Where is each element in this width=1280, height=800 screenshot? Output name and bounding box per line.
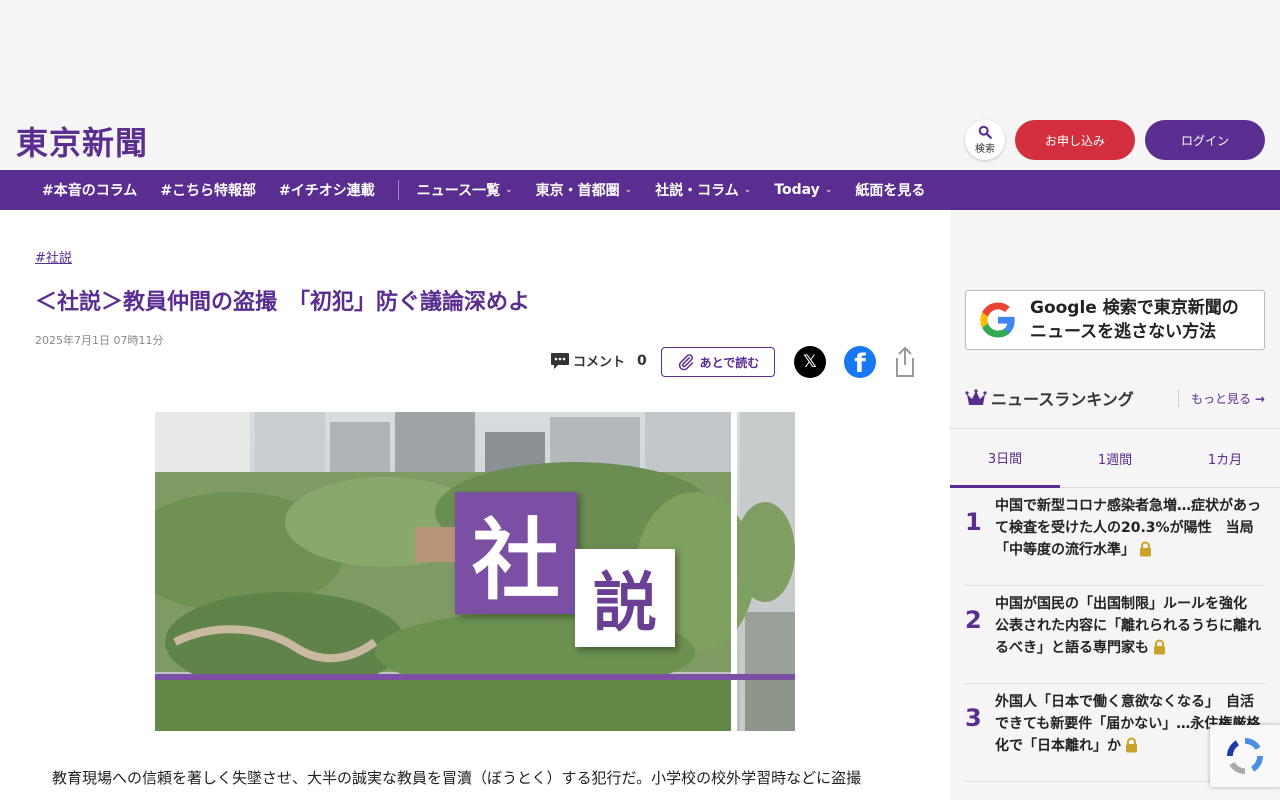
tab-1-week[interactable]: 1週間 [1060,429,1170,488]
comment-button[interactable]: コメント 0 [550,351,647,370]
lock-icon [1126,737,1137,753]
comment-icon [551,352,569,369]
nav-item-label: 東京・首都圏 [535,183,620,199]
ranking-more-label: もっと見る [1191,392,1252,406]
nav-item-today[interactable]: Today ⌄ [774,182,832,198]
google-banner-line1: Google 検索で東京新聞の [1030,298,1239,318]
article-lead: 教育現場への信頼を著しく失墜させ、大半の誠実な教員を冒瀆（ぼうとく）する犯行だ。… [52,769,862,787]
nav-item-editorial-column[interactable]: 社説・コラム ⌄ [655,180,751,200]
google-logo-icon [980,302,1015,338]
ad-space [0,0,1280,110]
hero-stripe [155,674,795,680]
read-later-button[interactable]: あとで読む [661,347,775,377]
nav-item-honne-column[interactable]: #本音のコラム [42,180,137,200]
nav-item-label: #本音のコラム [42,183,138,199]
ranking-header: ニュースランキング もっと見る → [965,386,1265,410]
crown-icon [965,389,987,405]
chevron-down-icon: ⌄ [624,185,633,195]
global-nav: #本音のコラム #こちら特報部 #イチオシ連載 ニュース一覧 ⌄ 東京・首都圏 ⌄ … [0,170,1280,210]
nav-item-label: Today [774,182,820,198]
recaptcha-badge[interactable] [1210,725,1280,787]
ranking-headline: 中国が国民の「出国制限」ルールを強化 公表された内容に「離れられるうちに離れるべ… [995,596,1261,656]
ranking-item[interactable]: 1 中国で新型コロナ感染者急増…症状があって検査を受けた人の20.3%が陽性 当… [965,488,1265,586]
lock-icon [1154,639,1165,655]
hero-kanji-setsu: 説 [575,549,675,647]
nav-item-ichioshi-rensai[interactable]: #イチオシ連載 [279,180,375,200]
nav-item-tokyo-metro[interactable]: 東京・首都圏 ⌄ [536,180,633,200]
nav-item-kochira-tokuhobu[interactable]: #こちら特報部 [160,180,256,200]
nav-item-label: 社説・コラム [655,183,739,199]
read-later-label: あとで読む [699,355,760,370]
nav-divider [397,180,399,200]
hero-kanji-sha: 社 [455,492,577,614]
tab-3-days[interactable]: 3日間 [950,429,1060,488]
ranking-item[interactable]: 2 中国が国民の「出国制限」ルールを強化 公表された内容に「離れられるうちに離れ… [965,586,1265,684]
paperclip-icon [678,354,693,371]
article-main: #社説 ＜社説＞教員仲間の盗撮 「初犯」防ぐ議論深めよ 2025年7月1日 07… [0,210,950,800]
ranking-tabs: 3日間 1週間 1カ月 [950,428,1280,488]
arrow-right-icon: → [1254,392,1265,406]
ranking-number: 1 [965,508,982,536]
site-logo[interactable]: 東京新聞 [16,118,148,164]
ranking-number: 2 [965,606,982,634]
article-tag[interactable]: #社説 [35,247,72,266]
nav-item-label: #こちら特報部 [160,183,257,199]
share-icon[interactable] [893,346,917,378]
search-icon [978,125,992,139]
share-facebook-button[interactable]: f [844,346,876,378]
nav-item-label: #イチオシ連載 [279,183,375,199]
chevron-down-icon: ⌄ [824,185,833,195]
nav-item-view-paper[interactable]: 紙面を見る [855,180,925,200]
comment-label: コメント [573,355,626,370]
nav-item-label: 紙面を見る [855,183,926,199]
sidebar: Google 検索で東京新聞の ニュースを逃さない方法 ニュースランキング もっ… [950,210,1280,800]
chevron-down-icon: ⌄ [505,185,513,195]
hero-divider [731,412,737,731]
ranking-number: 3 [965,704,982,732]
google-search-banner[interactable]: Google 検索で東京新聞の ニュースを逃さない方法 [965,290,1265,350]
apply-button[interactable]: お申し込み [1015,120,1135,160]
lock-icon [1140,541,1151,557]
ranking-title: ニュースランキング [991,390,1134,409]
search-button[interactable]: 検索 [965,120,1005,160]
article-title: ＜社説＞教員仲間の盗撮 「初犯」防ぐ議論深めよ [35,290,531,315]
recaptcha-icon [1227,738,1263,774]
ranking-headline: 中国で新型コロナ感染者急増…症状があって検査を受けた人の20.3%が陽性 当局「… [995,498,1261,558]
hero-image: 社 説 [155,412,795,731]
ranking-separator [1178,389,1179,407]
login-button[interactable]: ログイン [1145,120,1265,160]
ranking-more-link[interactable]: もっと見る → [1191,390,1265,407]
share-x-button[interactable]: 𝕏 [794,346,826,378]
google-banner-line2: ニュースを逃さない方法 [1030,322,1217,342]
site-header: 東京新聞 検索 お申し込み ログイン [0,110,1280,170]
nav-item-news-list[interactable]: ニュース一覧 ⌄ [417,180,513,200]
x-logo-icon: 𝕏 [803,352,817,372]
facebook-logo-icon: f [854,349,866,378]
search-label: 検索 [975,144,995,155]
tab-1-month[interactable]: 1カ月 [1170,429,1280,488]
comment-count: 0 [637,352,647,369]
nav-item-label: ニュース一覧 [416,183,501,199]
chevron-down-icon: ⌄ [743,185,752,195]
article-date: 2025年7月1日 07時11分 [35,334,164,347]
